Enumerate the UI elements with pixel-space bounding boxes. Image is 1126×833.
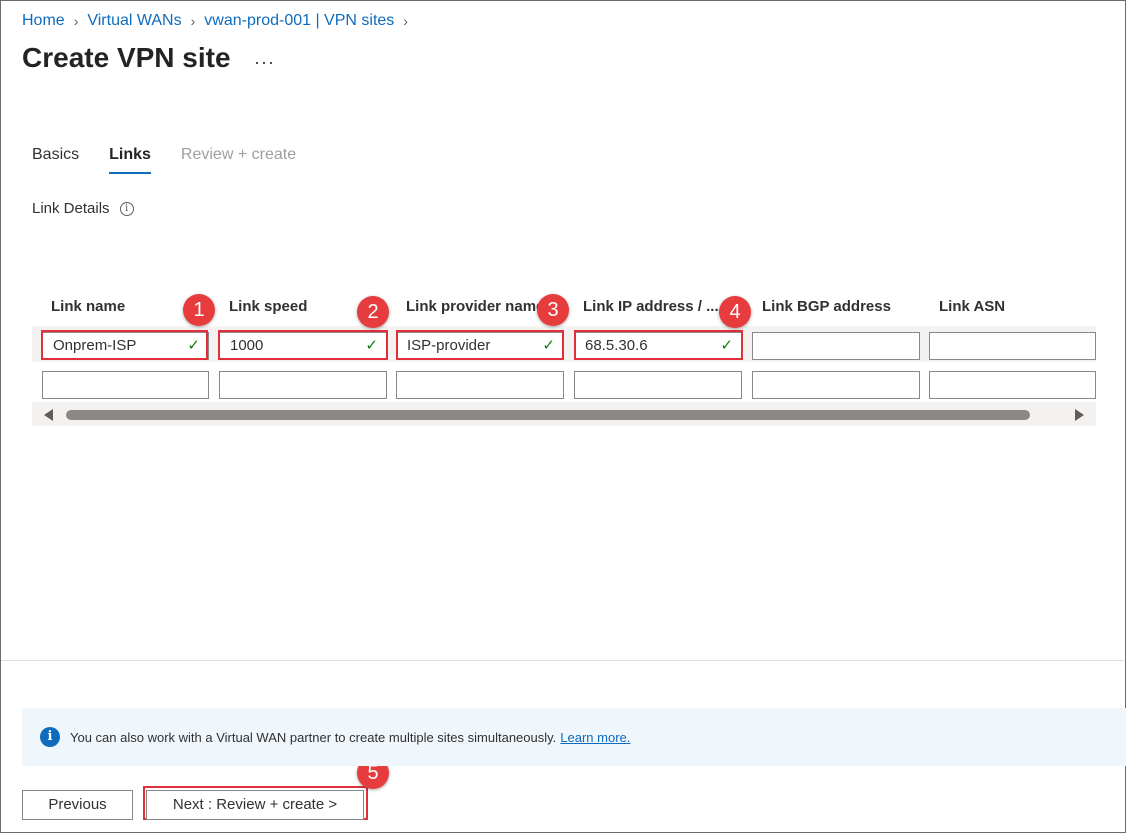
chevron-right-icon: › [190, 13, 196, 29]
annotation-badge-2: 2 [357, 296, 389, 328]
breadcrumb-home[interactable]: Home [22, 12, 65, 30]
info-message-text: You can also work with a Virtual WAN par… [70, 729, 557, 745]
link-details-label: Link Details i [32, 200, 134, 217]
link-asn-input-empty[interactable] [929, 371, 1096, 399]
info-icon[interactable]: i [119, 201, 134, 216]
tab-links[interactable]: Links [109, 146, 151, 174]
checkmark-icon: ✓ [365, 337, 378, 354]
annotation-badge-3: 3 [537, 294, 569, 326]
info-message-bar: i You can also work with a Virtual WAN p… [22, 708, 1126, 766]
info-icon: i [40, 727, 60, 747]
more-options-icon[interactable]: ··· [254, 52, 275, 73]
footer-divider [1, 660, 1125, 661]
link-ip-input-empty[interactable] [574, 371, 742, 399]
link-speed-input[interactable]: 1000 ✓ [219, 332, 387, 360]
link-speed-value: 1000 [230, 337, 264, 354]
chevron-right-icon: › [403, 13, 408, 29]
breadcrumb-vpn-sites[interactable]: vwan-prod-001 | VPN sites [204, 12, 394, 30]
link-details-text: Link Details [32, 200, 110, 217]
tab-review-create: Review + create [180, 146, 297, 163]
horizontal-scrollbar[interactable] [32, 402, 1096, 426]
annotation-badge-4: 4 [719, 296, 751, 328]
link-asn-input[interactable] [929, 332, 1096, 360]
link-speed-input-empty[interactable] [219, 371, 387, 399]
column-header-link-bgp: Link BGP address [762, 298, 891, 315]
page-title: Create VPN site [22, 42, 231, 73]
checkmark-icon: ✓ [542, 337, 555, 354]
previous-button[interactable]: Previous [22, 790, 133, 820]
checkmark-icon: ✓ [720, 337, 733, 354]
link-bgp-input[interactable] [752, 332, 920, 360]
link-provider-input[interactable]: ISP-provider ✓ [396, 332, 564, 360]
tab-list: Basics Links Review + create [32, 146, 326, 174]
column-header-link-provider: Link provider name [406, 298, 545, 315]
link-provider-value: ISP-provider [407, 337, 491, 354]
breadcrumb: Home › Virtual WANs › vwan-prod-001 | VP… [22, 12, 417, 30]
scrollbar-thumb[interactable] [66, 410, 1030, 420]
column-header-link-ip: Link IP address / ... [583, 298, 719, 315]
learn-more-link[interactable]: Learn more. [560, 730, 630, 745]
scroll-right-arrow-icon[interactable] [1075, 409, 1084, 421]
link-ip-input[interactable]: 68.5.30.6 ✓ [574, 332, 742, 360]
checkmark-icon: ✓ [187, 337, 200, 354]
link-name-input[interactable]: Onprem-ISP ✓ [42, 332, 209, 360]
link-name-value: Onprem-ISP [53, 337, 137, 354]
link-bgp-input-empty[interactable] [752, 371, 920, 399]
link-provider-input-empty[interactable] [396, 371, 564, 399]
tab-basics[interactable]: Basics [32, 146, 79, 174]
column-header-link-asn: Link ASN [939, 298, 1006, 315]
breadcrumb-virtual-wans[interactable]: Virtual WANs [87, 12, 181, 30]
annotation-badge-1: 1 [183, 294, 215, 326]
next-review-create-button[interactable]: Next : Review + create > [146, 790, 364, 820]
link-name-input-empty[interactable] [42, 371, 209, 399]
scroll-left-arrow-icon[interactable] [44, 409, 53, 421]
chevron-right-icon: › [73, 13, 79, 29]
link-ip-value: 68.5.30.6 [585, 337, 648, 354]
